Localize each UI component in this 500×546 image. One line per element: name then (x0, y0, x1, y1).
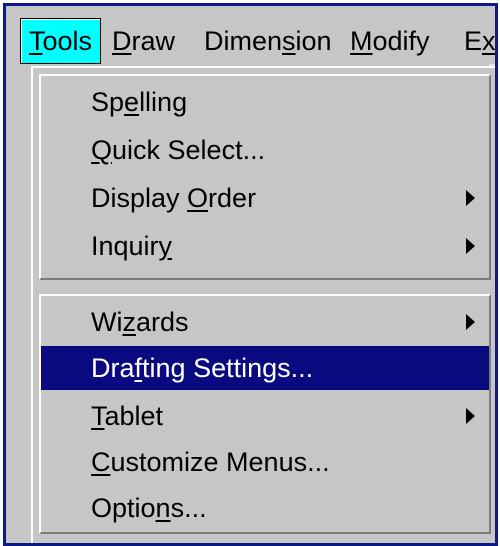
menu-access-key: D (112, 26, 132, 56)
item-access-key: C (91, 447, 111, 477)
item-label-part: ustomize Menus... (110, 447, 330, 477)
menu-item-wizards[interactable]: Wizards (41, 300, 489, 344)
menu-item-customize-menus[interactable]: Customize Menus... (41, 440, 489, 484)
item-access-key: O (187, 183, 209, 213)
item-label-part: s... (170, 493, 207, 523)
menu-item-inquiry[interactable]: Inquiry (41, 224, 489, 268)
menu-label-part: ion (295, 26, 332, 56)
item-access-key: z (122, 307, 136, 337)
menu-item-spelling[interactable]: Spelling (41, 80, 489, 124)
menu-group-1: Spelling Quick Select... Display Order I… (39, 74, 491, 280)
menu-access-key: T (29, 26, 43, 56)
menu-label-part: odify (372, 26, 430, 56)
menu-item-drafting-settings[interactable]: Drafting Settings... (41, 346, 489, 390)
item-access-key: Q (91, 135, 113, 165)
menu-dimension[interactable]: Dimension (196, 19, 340, 63)
item-label-part: ards (135, 307, 189, 337)
item-access-key: T (91, 401, 105, 431)
menu-group-2: Wizards Drafting Settings... Tablet Cust… (39, 294, 491, 534)
menu-express[interactable]: Ex (456, 19, 496, 63)
submenu-arrow-icon (466, 190, 475, 206)
item-label-part: Inquir (91, 231, 159, 261)
item-label-part: ablet (104, 401, 164, 431)
item-access-key: n (155, 493, 171, 523)
item-label-part: ting Settings... (142, 353, 314, 383)
submenu-arrow-icon (466, 314, 475, 330)
item-label-part: Wi (91, 307, 123, 337)
menu-draw[interactable]: Draw (104, 19, 183, 63)
item-access-key: f (134, 353, 143, 383)
menu-access-key: s (282, 26, 296, 56)
menu-label-part: Dimen (204, 26, 283, 56)
item-access-key: y (158, 231, 173, 261)
item-label-part: Optio (91, 493, 156, 523)
item-label-part: Dra (91, 353, 135, 383)
menu-tools[interactable]: Tools (20, 18, 102, 64)
app-window: Tools Draw Dimension Modify Ex Spelling … (3, 3, 498, 546)
item-label-part: Display (91, 183, 188, 213)
menu-label-part: raw (131, 26, 176, 56)
menu-item-display-order[interactable]: Display Order (41, 176, 489, 220)
menu-bar: Tools Draw Dimension Modify Ex (6, 6, 495, 64)
submenu-arrow-icon (466, 238, 475, 254)
item-label-part: lling (139, 87, 188, 117)
menu-item-tablet[interactable]: Tablet (41, 394, 489, 438)
menu-modify[interactable]: Modify (342, 19, 438, 63)
menu-item-quick-select[interactable]: Quick Select... (41, 128, 489, 172)
menu-label-part: E (464, 26, 483, 56)
item-label-part: rder (208, 183, 257, 213)
menu-item-options[interactable]: Options... (41, 486, 489, 530)
menu-separator (39, 280, 491, 294)
submenu-arrow-icon (466, 408, 475, 424)
tools-dropdown-menu: Spelling Quick Select... Display Order I… (31, 66, 495, 543)
item-access-key: e (124, 87, 140, 117)
menu-access-key: x (482, 26, 496, 56)
menu-access-key: M (350, 26, 373, 56)
menu-label-part: ools (42, 26, 93, 56)
item-label-part: uick Select... (112, 135, 266, 165)
item-label-part: Sp (91, 87, 125, 117)
